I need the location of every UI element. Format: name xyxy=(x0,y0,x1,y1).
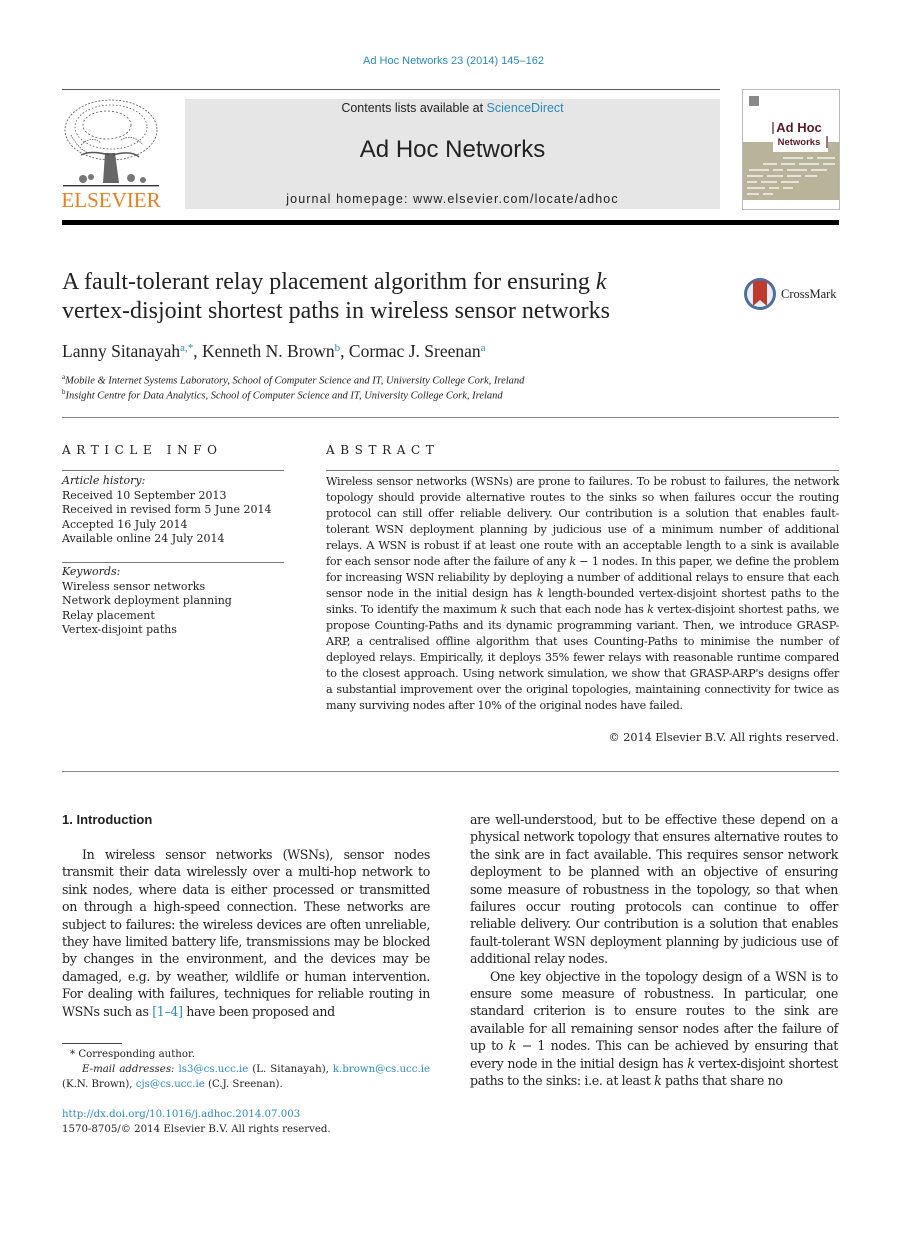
author[interactable]: Kenneth N. Brown xyxy=(202,341,335,361)
title-part2: vertex-disjoint shortest paths in wirele… xyxy=(62,298,610,324)
corresponding-author-note: * Corresponding author. xyxy=(70,1049,195,1060)
keywords-label: Keywords: xyxy=(62,565,121,578)
keyword: Network deployment planning xyxy=(62,594,232,607)
abstract-heading: ABSTRACT xyxy=(326,443,440,457)
author-affil-mark[interactable]: a xyxy=(481,342,486,354)
journal-cover-thumbnail[interactable]: Ad Hoc Networks xyxy=(742,89,840,210)
crossmark-icon xyxy=(744,278,776,310)
body-column-left: In wireless sensor networks (WSNs), sens… xyxy=(62,846,430,1020)
header-thick-rule xyxy=(62,220,839,225)
contents-prefix: Contents lists available at xyxy=(341,101,487,115)
paragraph: One key objective in the topology design… xyxy=(470,968,838,1089)
author[interactable]: Cormac J. Sreenan xyxy=(349,341,481,361)
divider xyxy=(62,417,839,418)
email-link[interactable]: ls3@cs.ucc.ie xyxy=(178,1064,248,1075)
history-item: Received in revised form 5 June 2014 xyxy=(62,503,272,516)
cover-title-line1: Ad Hoc xyxy=(776,120,822,135)
affiliation-text: Mobile & Internet Systems Laboratory, Sc… xyxy=(65,375,525,387)
email-link[interactable]: cjs@cs.ucc.ie xyxy=(136,1079,205,1090)
abstract-text: Wireless sensor networks (WSNs) are pron… xyxy=(326,475,839,712)
paragraph: In wireless sensor networks (WSNs), sens… xyxy=(62,847,430,1019)
history-item: Available online 24 July 2014 xyxy=(62,532,225,545)
author-separator: , xyxy=(340,341,349,361)
article-history: Article history: Received 10 September 2… xyxy=(62,474,272,547)
section-heading: 1. Introduction xyxy=(62,812,153,827)
divider xyxy=(62,771,839,772)
affiliation-text: Insight Centre for Data Analytics, Schoo… xyxy=(65,390,503,402)
header-top-rule xyxy=(62,89,720,90)
email-addresses: E-mail addresses: ls3@cs.ucc.ie (L. Sita… xyxy=(62,1064,430,1090)
elsevier-wordmark: ELSEVIER xyxy=(61,188,160,209)
divider xyxy=(62,562,284,563)
divider xyxy=(62,470,284,471)
title-k: k xyxy=(595,269,607,295)
sciencedirect-link[interactable]: ScienceDirect xyxy=(487,101,564,115)
issn-line: 1570-8705/© 2014 Elsevier B.V. All right… xyxy=(62,1124,331,1135)
article-title: A fault-tolerant relay placement algorit… xyxy=(62,268,722,326)
journal-name: Ad Hoc Networks xyxy=(359,136,546,163)
footnotes: * Corresponding author. E-mail addresses… xyxy=(62,1047,430,1092)
cover-publisher-mark-icon xyxy=(749,96,759,106)
author-list: Lanny Sitanayaha,*, Kenneth N. Brownb, C… xyxy=(62,341,486,362)
keyword: Relay placement xyxy=(62,608,155,622)
crossmark-badge[interactable]: CrossMark xyxy=(743,276,843,312)
citation-link[interactable]: [1–4] xyxy=(152,1004,183,1019)
journal-reference[interactable]: Ad Hoc Networks 23 (2014) 145–162 xyxy=(0,55,907,67)
email-label: E-mail addresses: xyxy=(82,1064,175,1075)
contents-line: Contents lists available at ScienceDirec… xyxy=(185,101,720,115)
affiliation: aMobile & Internet Systems Laboratory, S… xyxy=(62,373,524,387)
author-separator: , xyxy=(193,341,202,361)
keyword: Vertex-disjoint paths xyxy=(62,623,177,636)
title-part1: A fault-tolerant relay placement algorit… xyxy=(62,269,596,295)
keyword: Wireless sensor networks xyxy=(62,579,206,593)
history-item: Received 10 September 2013 xyxy=(62,488,227,502)
abstract-copyright: © 2014 Elsevier B.V. All rights reserved… xyxy=(608,731,839,744)
history-item: Accepted 16 July 2014 xyxy=(62,517,188,531)
doi-block: http://dx.doi.org/10.1016/j.adhoc.2014.0… xyxy=(62,1107,331,1137)
body-column-right: are well-understood, but to be effective… xyxy=(470,811,838,1090)
paragraph: are well-understood, but to be effective… xyxy=(470,812,838,967)
keywords: Keywords: Wireless sensor networks Netwo… xyxy=(62,565,232,638)
author-affil-mark[interactable]: a,* xyxy=(180,342,193,354)
footnote-rule xyxy=(62,1043,122,1044)
cover-title-line2: Networks xyxy=(778,137,821,148)
article-info-heading: ARTICLE INFO xyxy=(62,443,223,457)
history-label: Article history: xyxy=(62,474,146,487)
elsevier-tree-icon: ELSEVIER xyxy=(61,99,161,212)
elsevier-logo[interactable]: ELSEVIER xyxy=(61,95,161,212)
email-link[interactable]: k.brown@cs.ucc.ie xyxy=(333,1064,430,1075)
journal-homepage-link[interactable]: journal homepage: www.elsevier.com/locat… xyxy=(185,192,720,206)
crossmark-label: CrossMark xyxy=(781,287,837,301)
affiliation: bInsight Centre for Data Analytics, Scho… xyxy=(62,388,503,402)
doi-link[interactable]: http://dx.doi.org/10.1016/j.adhoc.2014.0… xyxy=(62,1109,300,1120)
divider xyxy=(326,470,839,471)
author[interactable]: Lanny Sitanayah xyxy=(62,341,180,361)
